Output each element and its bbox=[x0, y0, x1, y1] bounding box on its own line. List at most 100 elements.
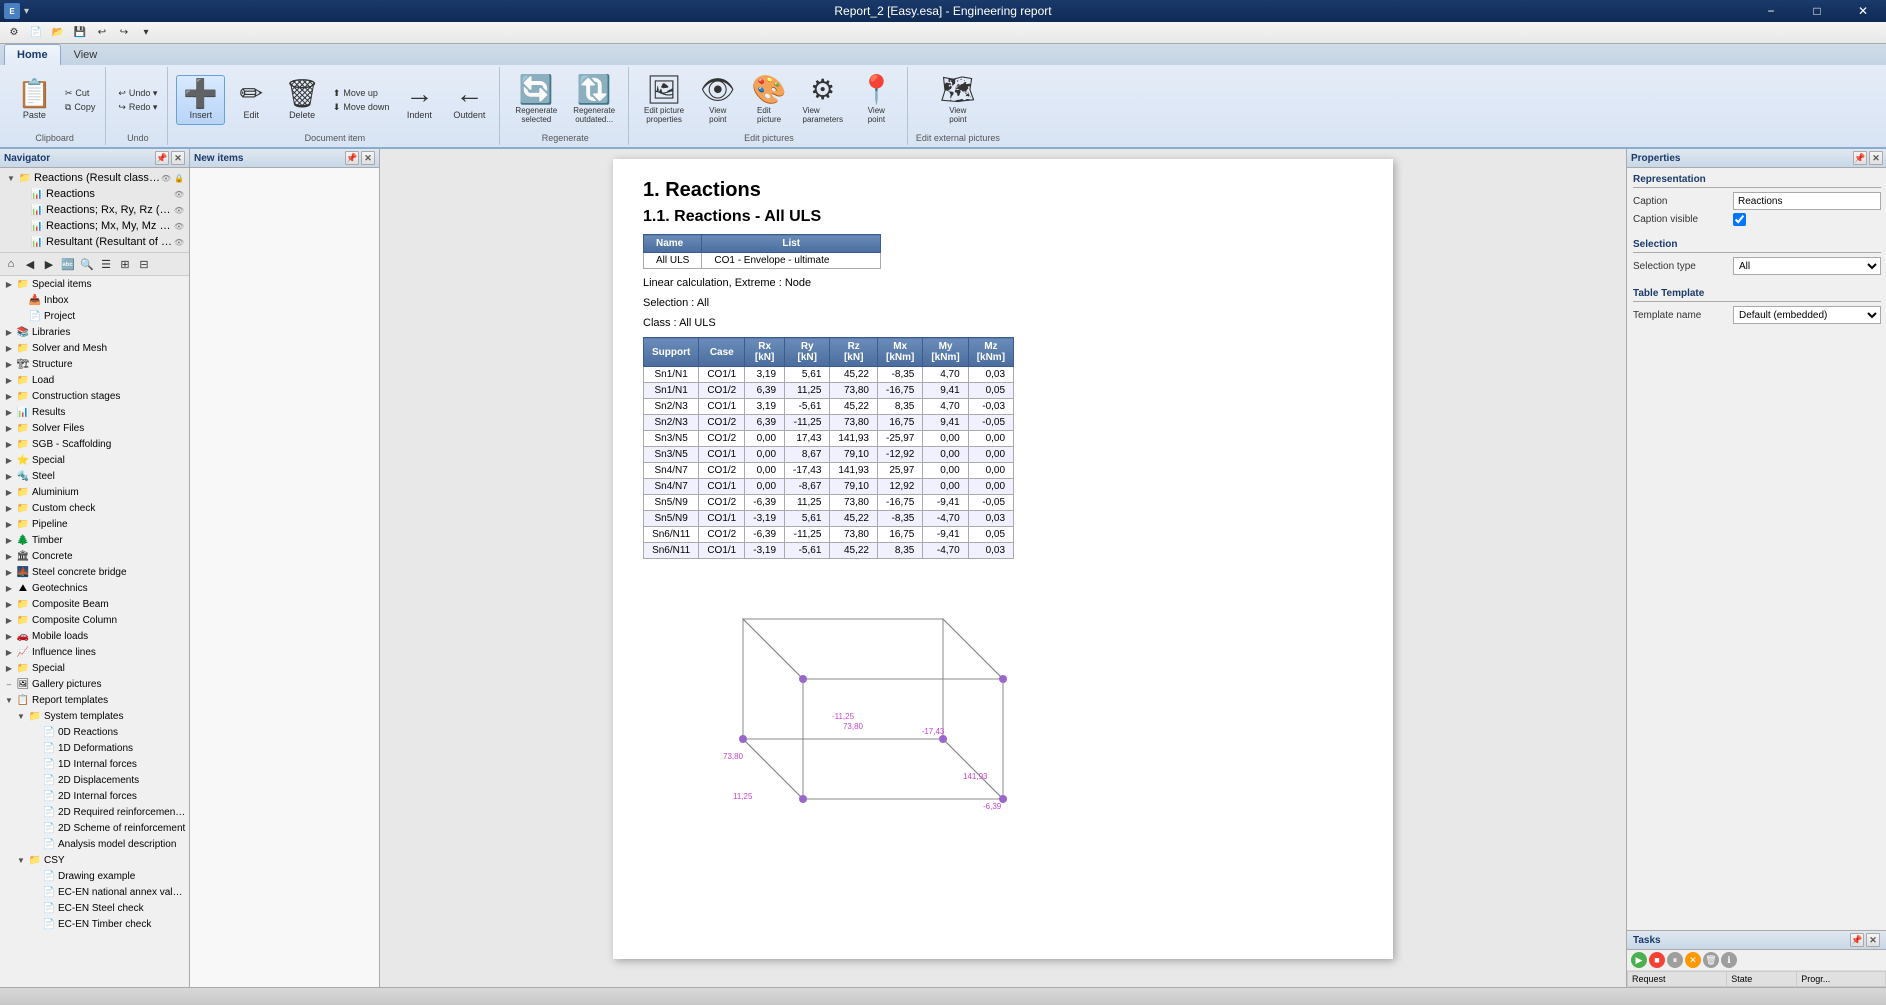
nav-tb-sort[interactable]: 🔤 bbox=[59, 255, 77, 273]
tree-results[interactable]: ▶ 📊 Results bbox=[0, 404, 189, 420]
tree-mobile-loads[interactable]: ▶ 🚗 Mobile loads bbox=[0, 628, 189, 644]
tree-2d-displ[interactable]: 📄 2D Displacements bbox=[0, 772, 189, 788]
properties-pin[interactable]: 📌 bbox=[1853, 151, 1867, 165]
minimize-button[interactable]: − bbox=[1748, 0, 1794, 22]
tree-2d-scheme[interactable]: 📄 2D Scheme of reinforcement bbox=[0, 820, 189, 836]
redo-button[interactable]: ↪ Redo ▾ bbox=[114, 101, 161, 114]
new-items-close[interactable]: ✕ bbox=[361, 151, 375, 165]
tree-project[interactable]: 📄 Project bbox=[0, 308, 189, 324]
nav-reactions-mxmymz[interactable]: 📊 Reactions; Mx, My, Mz (D... 👁 bbox=[2, 218, 187, 234]
tree-concrete[interactable]: ▶ 🏛 Concrete bbox=[0, 548, 189, 564]
tree-ec-en-timber[interactable]: 📄 EC-EN Timber check bbox=[0, 916, 189, 932]
reactions-visible[interactable]: 👁 bbox=[173, 188, 185, 200]
maximize-button[interactable]: □ bbox=[1794, 0, 1840, 22]
tasks-clear-btn[interactable]: ✕ bbox=[1685, 952, 1701, 968]
tree-system-templates[interactable]: ▼ 📁 System templates bbox=[0, 708, 189, 724]
copy-button[interactable]: ⧉ Copy bbox=[61, 101, 99, 114]
tree-pipeline[interactable]: ▶ 📁 Pipeline bbox=[0, 516, 189, 532]
root-item-action[interactable]: 🔒 bbox=[173, 172, 185, 184]
tree-report-templates[interactable]: ▼ 📋 Report templates bbox=[0, 692, 189, 708]
properties-close[interactable]: ✕ bbox=[1869, 151, 1883, 165]
tree-geotechnics[interactable]: ▶ ⛰ Geotechnics bbox=[0, 580, 189, 596]
tree-load[interactable]: ▶ 📁 Load bbox=[0, 372, 189, 388]
tree-special2[interactable]: ▶ 📁 Special bbox=[0, 660, 189, 676]
tree-timber[interactable]: ▶ 🌲 Timber bbox=[0, 532, 189, 548]
nav-tb-list[interactable]: ☰ bbox=[97, 255, 115, 273]
tasks-delete-btn[interactable]: 🗑 bbox=[1703, 952, 1719, 968]
cut-button[interactable]: ✂ Cut bbox=[61, 87, 99, 100]
tree-special-items[interactable]: ▶ 📁 Special items bbox=[0, 276, 189, 292]
nav-tb-filter[interactable]: 🔍 bbox=[78, 255, 96, 273]
tree-composite-col[interactable]: ▶ 📁 Composite Column bbox=[0, 612, 189, 628]
navigator-close-btn[interactable]: ✕ bbox=[171, 151, 185, 165]
move-up-button[interactable]: ⬆ Move up bbox=[329, 87, 394, 100]
caption-input[interactable] bbox=[1733, 192, 1881, 210]
tree-aluminium[interactable]: ▶ 📁 Aluminium bbox=[0, 484, 189, 500]
tree-custom-check[interactable]: ▶ 📁 Custom check bbox=[0, 500, 189, 516]
view-point2-button[interactable]: 📍 Viewpoint bbox=[852, 71, 901, 129]
tree-steel-concrete[interactable]: ▶ 🌉 Steel concrete bridge bbox=[0, 564, 189, 580]
tree-sgb[interactable]: ▶ 📁 SGB - Scaffolding bbox=[0, 436, 189, 452]
tree-special[interactable]: ▶ ⭐ Special bbox=[0, 452, 189, 468]
tree-analysis-model[interactable]: 📄 Analysis model description bbox=[0, 836, 189, 852]
tree-inbox[interactable]: 📥 Inbox bbox=[0, 292, 189, 308]
tree-influence[interactable]: ▶ 📈 Influence lines bbox=[0, 644, 189, 660]
ext-view-point-button[interactable]: 🗺 Viewpoint bbox=[933, 71, 983, 129]
tree-solver-mesh[interactable]: ▶ 📁 Solver and Mesh bbox=[0, 340, 189, 356]
qa-new[interactable]: 📄 bbox=[26, 23, 46, 43]
report-content[interactable]: 1. Reactions 1.1. Reactions - All ULS Na… bbox=[380, 149, 1626, 987]
tree-ec-en-steel[interactable]: 📄 EC-EN Steel check bbox=[0, 900, 189, 916]
navigator-root-item[interactable]: ▼ 📁 Reactions (Result classes) 👁 🔒 bbox=[2, 170, 187, 186]
view-point-button[interactable]: 👁 Viewpoint bbox=[693, 71, 743, 129]
delete-button[interactable]: 🗑 Delete bbox=[277, 75, 327, 125]
tab-home[interactable]: Home bbox=[4, 44, 61, 65]
nav-reactions-item[interactable]: 📊 Reactions 👁 bbox=[2, 186, 187, 202]
qa-undo[interactable]: ↩ bbox=[92, 23, 112, 43]
qa-more[interactable]: ▾ bbox=[136, 23, 156, 43]
tree-2d-reinf[interactable]: 📄 2D Required reinforcement areas E bbox=[0, 804, 189, 820]
template-name-select[interactable]: Default (embedded) bbox=[1733, 306, 1881, 324]
qa-redo[interactable]: ↪ bbox=[114, 23, 134, 43]
paste-button[interactable]: 📋 Paste bbox=[10, 75, 59, 125]
tree-steel[interactable]: ▶ 🔩 Steel bbox=[0, 468, 189, 484]
undo-button[interactable]: ↩ Undo ▾ bbox=[114, 87, 161, 100]
nav-resultant[interactable]: 📊 Resultant (Resultant of r... 👁 bbox=[2, 234, 187, 250]
tree-composite-beam[interactable]: ▶ 📁 Composite Beam bbox=[0, 596, 189, 612]
tasks-pause-btn[interactable]: ⏸ bbox=[1667, 952, 1683, 968]
tasks-start-btn[interactable]: ▶ bbox=[1631, 952, 1647, 968]
caption-visible-checkbox[interactable] bbox=[1733, 213, 1746, 226]
tree-libraries[interactable]: ▶ 📚 Libraries bbox=[0, 324, 189, 340]
root-item-visible[interactable]: 👁 bbox=[160, 172, 172, 184]
nav-tb-expand-all[interactable]: ⊞ bbox=[116, 255, 134, 273]
insert-button[interactable]: ➕ Insert bbox=[176, 75, 225, 125]
resultant-visible[interactable]: 👁 bbox=[173, 236, 185, 248]
tasks-info-btn[interactable]: ℹ bbox=[1721, 952, 1737, 968]
view-params-button[interactable]: ⚙ Viewparameters bbox=[796, 71, 850, 129]
selection-type-select[interactable]: All bbox=[1733, 257, 1881, 275]
nav-tb-home[interactable]: ⌂ bbox=[2, 255, 20, 273]
tree-solver-files[interactable]: ▶ 📁 Solver Files bbox=[0, 420, 189, 436]
regenerate-selected-button[interactable]: 🔄 Regenerateselected bbox=[508, 71, 564, 129]
tree-drawing-example[interactable]: 📄 Drawing example bbox=[0, 868, 189, 884]
move-down-button[interactable]: ⬇ Move down bbox=[329, 101, 394, 114]
navigator-pin-btn[interactable]: 📌 bbox=[155, 151, 169, 165]
tree-csy[interactable]: ▼ 📁 CSY bbox=[0, 852, 189, 868]
qa-open[interactable]: 📂 bbox=[48, 23, 68, 43]
regenerate-outdated-button[interactable]: 🔃 Regenerateoutdated... bbox=[566, 71, 622, 129]
tree-0d-reactions[interactable]: 📄 0D Reactions bbox=[0, 724, 189, 740]
tree-1d-internal[interactable]: 📄 1D Internal forces bbox=[0, 756, 189, 772]
nav-tb-collapse-all[interactable]: ⊟ bbox=[135, 255, 153, 273]
new-items-pin[interactable]: 📌 bbox=[345, 151, 359, 165]
tab-view[interactable]: View bbox=[61, 44, 111, 65]
nav-tb-back[interactable]: ◀ bbox=[21, 255, 39, 273]
tasks-close[interactable]: ✕ bbox=[1866, 933, 1880, 947]
tree-2d-internal[interactable]: 📄 2D Internal forces bbox=[0, 788, 189, 804]
indent-button[interactable]: → Indent bbox=[395, 75, 443, 125]
tasks-stop-btn[interactable]: ■ bbox=[1649, 952, 1665, 968]
tree-1d-deform[interactable]: 📄 1D Deformations bbox=[0, 740, 189, 756]
nav-reactions-rxryrz[interactable]: 📊 Reactions; Rx, Ry, Rz (D... 👁 bbox=[2, 202, 187, 218]
tree-structure[interactable]: ▶ 🏗 Structure bbox=[0, 356, 189, 372]
qa-save[interactable]: 💾 bbox=[70, 23, 90, 43]
close-button[interactable]: ✕ bbox=[1840, 0, 1886, 22]
nav-tb-fwd[interactable]: ▶ bbox=[40, 255, 58, 273]
